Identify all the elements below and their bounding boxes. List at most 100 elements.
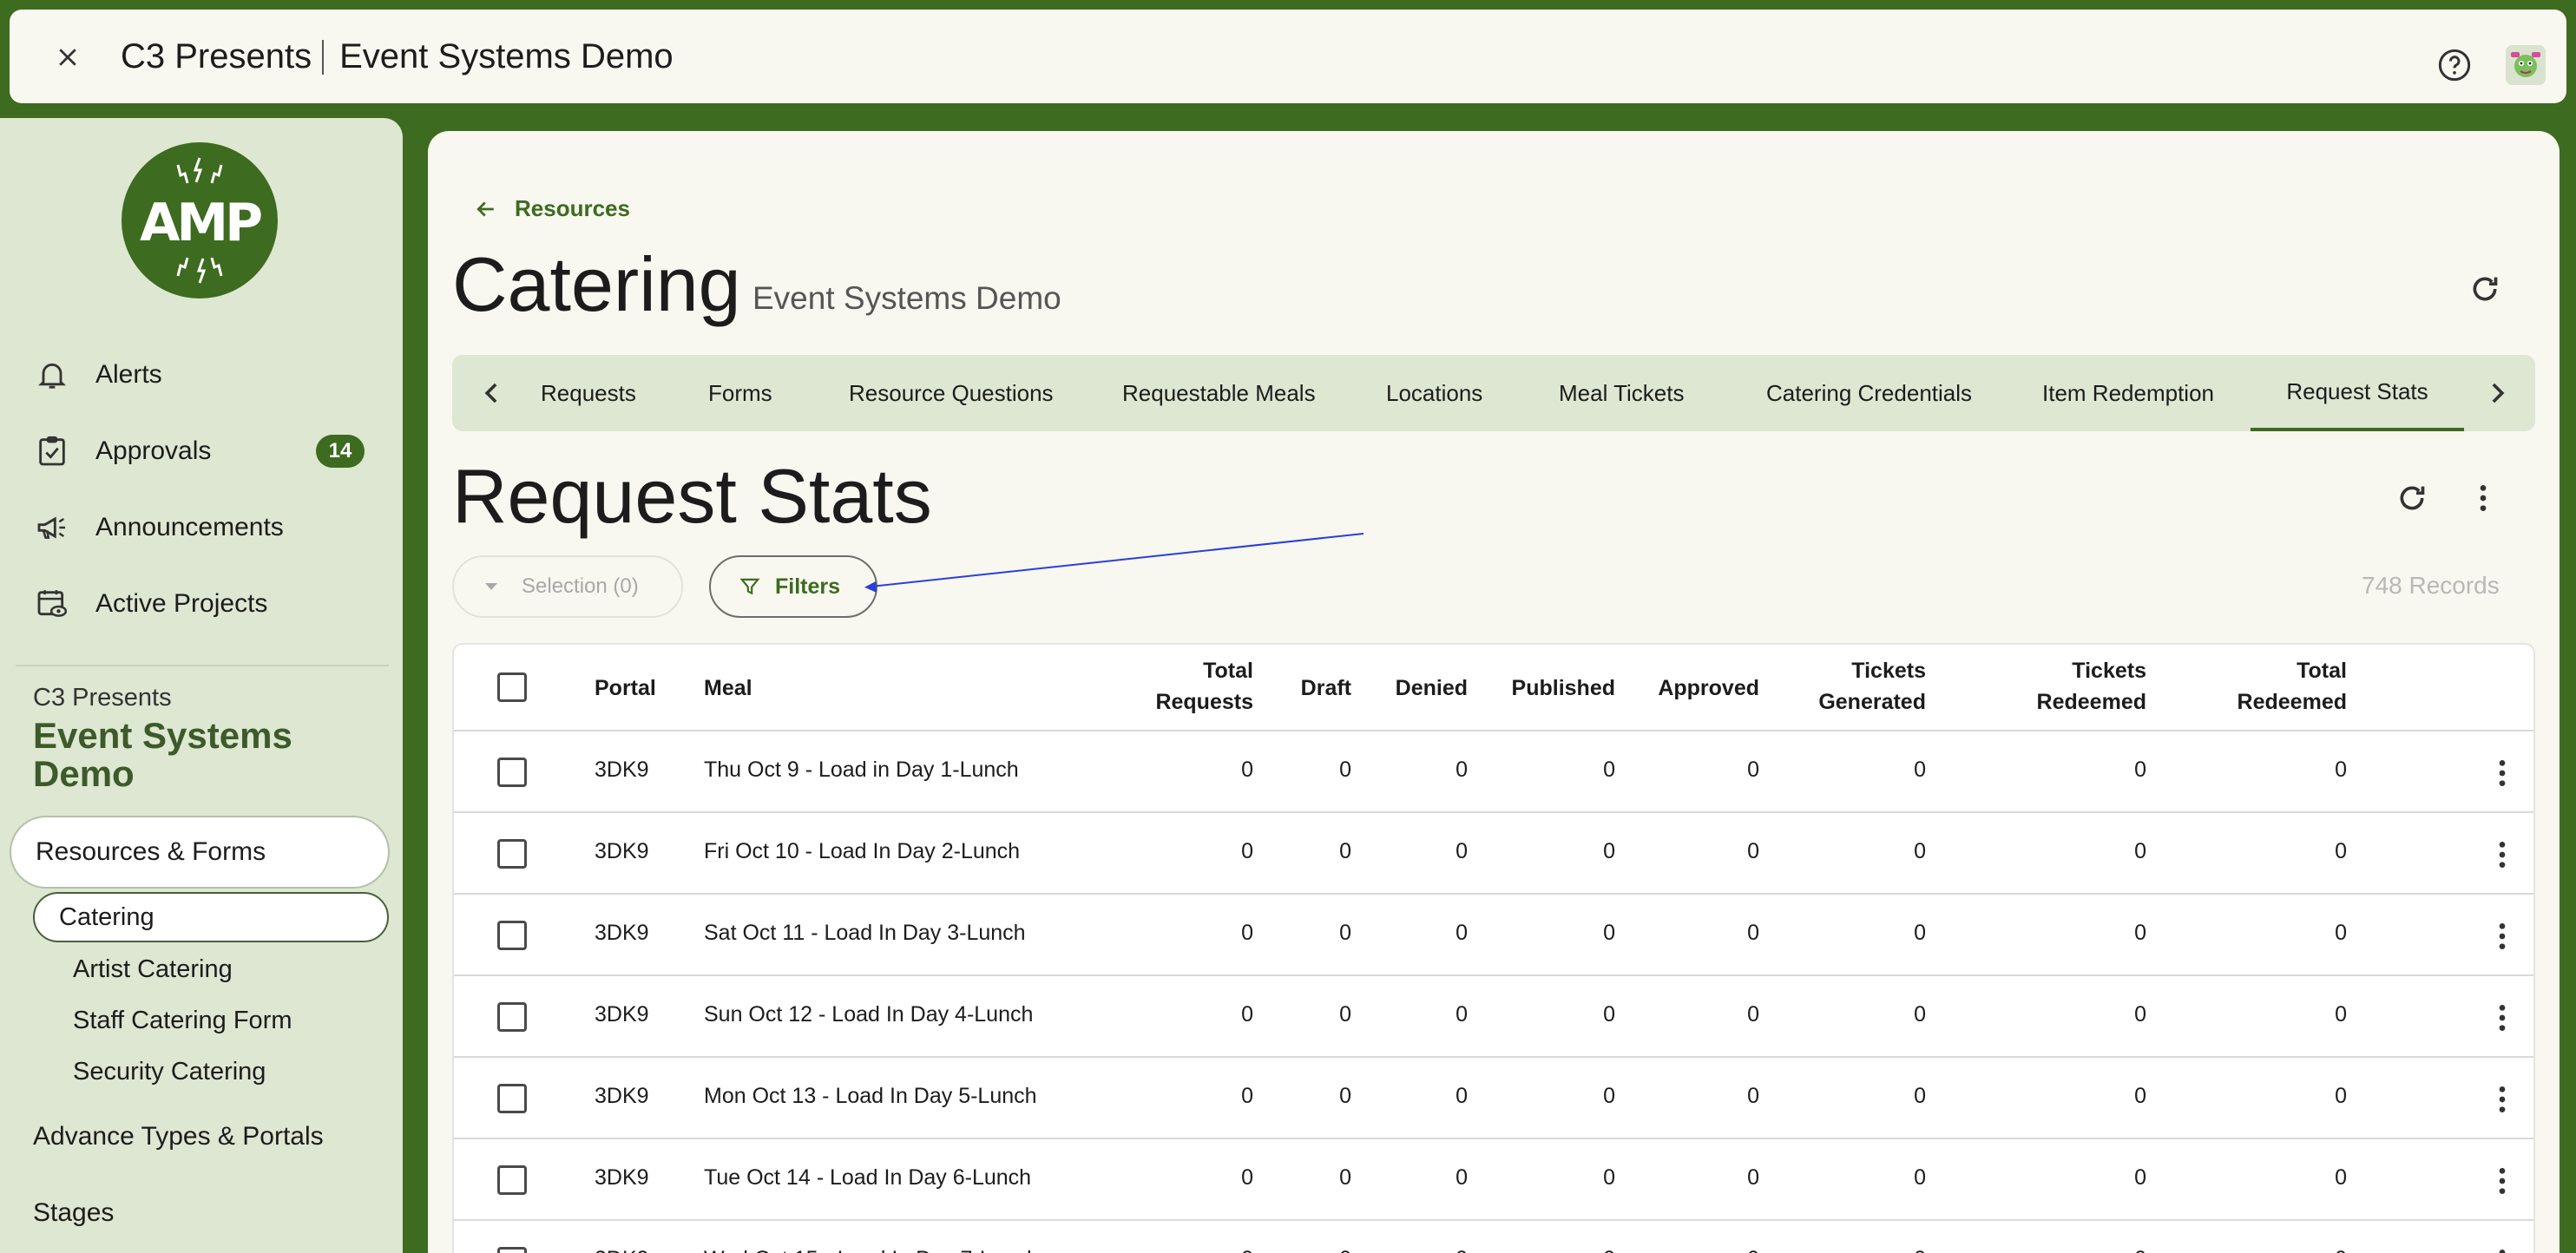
top-bar: C3 Presents Event Systems Demo [10, 10, 2566, 103]
more-vert-icon[interactable] [2485, 1245, 2520, 1253]
col-tickets-redeemed[interactable]: Tickets Redeemed [2037, 655, 2146, 718]
refresh-icon[interactable] [2395, 481, 2429, 515]
more-vert-icon[interactable] [2485, 756, 2520, 791]
col-total-requests[interactable]: Total Requests [1155, 655, 1253, 718]
col-tickets-redeemed-line1: Tickets [2072, 659, 2146, 683]
filters-button[interactable]: Filters [709, 555, 877, 618]
sidebar-item-artist-catering[interactable]: Artist Catering [73, 955, 233, 984]
records-count: 748 Records [2362, 572, 2500, 599]
row-checkbox[interactable] [497, 1247, 527, 1253]
cell-meal: Sat Oct 11 - Load In Day 3-Lunch [704, 921, 1026, 945]
cell-tickets-generated: 0 [1914, 1002, 1926, 1027]
table-row[interactable]: 3DK9 Fri Oct 10 - Load In Day 2-Lunch 0 0 0 0… [454, 813, 2533, 895]
table-row[interactable]: 3DK9 Sun Oct 12 - Load In Day 4-Lunch 0 0 0 0… [454, 976, 2533, 1058]
nav-announcements[interactable]: Announcements [35, 510, 284, 545]
cell-published: 0 [1603, 1247, 1615, 1253]
table-row[interactable]: 3DK9 Thu Oct 9 - Load in Day 1-Lunch 0 0 0 0 0… [454, 731, 2533, 813]
more-vert-icon[interactable] [2485, 837, 2520, 872]
cell-tickets-redeemed: 0 [2134, 1165, 2146, 1190]
row-checkbox[interactable] [497, 1165, 527, 1195]
more-vert-icon[interactable] [2466, 481, 2500, 515]
row-checkbox[interactable] [497, 921, 527, 950]
more-vert-icon[interactable] [2485, 1082, 2520, 1117]
cell-total-redeemed: 0 [2335, 1165, 2347, 1190]
table-row[interactable]: 3DK9 Wed Oct 15 - Load In Day 7-Lunch 0 0 0 0… [454, 1221, 2533, 1253]
sidebar-item-security-catering[interactable]: Security Catering [73, 1058, 266, 1086]
cell-portal: 3DK9 [595, 1165, 649, 1190]
col-tickets-generated-line1: Tickets [1851, 659, 1926, 683]
page-title: Catering [452, 241, 741, 327]
title-divider [322, 39, 325, 75]
sidebar-item-stages[interactable]: Stages [33, 1198, 114, 1228]
tab-request-stats[interactable]: Request Stats [2251, 355, 2464, 431]
col-tickets-redeemed-line2: Redeemed [2036, 690, 2146, 714]
tab-catering-credentials[interactable]: Catering Credentials [1766, 355, 1972, 431]
tab-meal-tickets[interactable]: Meal Tickets [1559, 355, 1685, 431]
table-row[interactable]: 3DK9 Mon Oct 13 - Load In Day 5-Lunch 0 0 0 0… [454, 1058, 2533, 1139]
more-vert-icon[interactable] [2485, 919, 2520, 954]
chevron-left-icon[interactable] [475, 376, 509, 410]
row-checkbox[interactable] [497, 758, 527, 787]
col-total-redeemed[interactable]: Total Redeemed [2238, 655, 2347, 718]
sidebar-item-staff-catering-form[interactable]: Staff Catering Form [73, 1007, 292, 1035]
cell-approved: 0 [1747, 1084, 1759, 1108]
tab-resource-questions[interactable]: Resource Questions [849, 355, 1054, 431]
amp-logo[interactable]: AMP [122, 142, 278, 298]
cell-denied: 0 [1456, 1084, 1468, 1108]
sidebar-item-resources-forms[interactable]: Resources & Forms [10, 816, 390, 889]
table-row[interactable]: 3DK9 Sat Oct 11 - Load In Day 3-Lunch 0 0 0 0… [454, 895, 2533, 976]
cell-draft: 0 [1339, 1002, 1351, 1027]
nav-approvals[interactable]: Approvals [35, 434, 211, 469]
col-approved[interactable]: Approved [1658, 672, 1759, 704]
tab-requestable-meals[interactable]: Requestable Meals [1122, 355, 1316, 431]
filter-icon [739, 578, 760, 595]
cell-portal: 3DK9 [595, 839, 649, 863]
more-vert-icon[interactable] [2485, 1000, 2520, 1035]
section-title: Request Stats [452, 453, 932, 539]
megaphone-icon [37, 516, 65, 539]
tab-forms[interactable]: Forms [708, 355, 772, 431]
nav-approvals-label: Approvals [95, 436, 212, 465]
col-tickets-generated[interactable]: Tickets Generated [1818, 655, 1926, 718]
selection-chip: Selection (0) [452, 555, 683, 618]
back-link[interactable]: Resources [473, 195, 630, 222]
calendar-eye-icon [37, 590, 68, 617]
cell-total-redeemed: 0 [2335, 1002, 2347, 1027]
cell-approved: 0 [1747, 921, 1759, 945]
col-draft[interactable]: Draft [1301, 672, 1351, 704]
tab-requests[interactable]: Requests [541, 355, 636, 431]
close-icon[interactable] [55, 44, 81, 70]
cell-total-redeemed: 0 [2335, 839, 2347, 863]
col-meal[interactable]: Meal [704, 672, 752, 704]
tab-locations[interactable]: Locations [1386, 355, 1482, 431]
cell-denied: 0 [1456, 921, 1468, 945]
nav-active-projects[interactable]: Active Projects [35, 587, 267, 621]
user-avatar[interactable] [2506, 45, 2546, 85]
nav-alerts[interactable]: Alerts [35, 358, 162, 392]
row-checkbox[interactable] [497, 1002, 527, 1032]
table-row[interactable]: 3DK9 Tue Oct 14 - Load In Day 6-Lunch 0 0 0 0… [454, 1139, 2533, 1221]
selection-chip-label: Selection (0) [522, 574, 639, 598]
sidebar-item-catering[interactable]: Catering [33, 892, 389, 942]
more-vert-icon[interactable] [2485, 1164, 2520, 1198]
col-denied[interactable]: Denied [1396, 672, 1468, 704]
tab-item-redemption[interactable]: Item Redemption [2042, 355, 2214, 431]
col-portal[interactable]: Portal [595, 672, 656, 704]
cell-approved: 0 [1747, 1247, 1759, 1253]
sidebar-project-name: Event Systems Demo [33, 715, 292, 794]
sidebar-item-advance-types[interactable]: Advance Types & Portals [33, 1122, 324, 1151]
sidebar-divider [16, 665, 389, 666]
cell-tickets-generated: 0 [1914, 1165, 1926, 1190]
row-checkbox[interactable] [497, 839, 527, 869]
row-checkbox[interactable] [497, 1084, 527, 1113]
chevron-right-icon[interactable] [2480, 376, 2514, 410]
cell-denied: 0 [1456, 1247, 1468, 1253]
cell-published: 0 [1603, 758, 1615, 782]
filters-button-label: Filters [775, 574, 841, 599]
cell-published: 0 [1603, 1165, 1615, 1190]
cell-meal: Fri Oct 10 - Load In Day 2-Lunch [704, 839, 1021, 863]
col-published[interactable]: Published [1512, 672, 1615, 704]
refresh-icon[interactable] [2468, 272, 2502, 306]
help-icon[interactable] [2437, 48, 2472, 82]
select-all-checkbox[interactable] [497, 672, 527, 702]
